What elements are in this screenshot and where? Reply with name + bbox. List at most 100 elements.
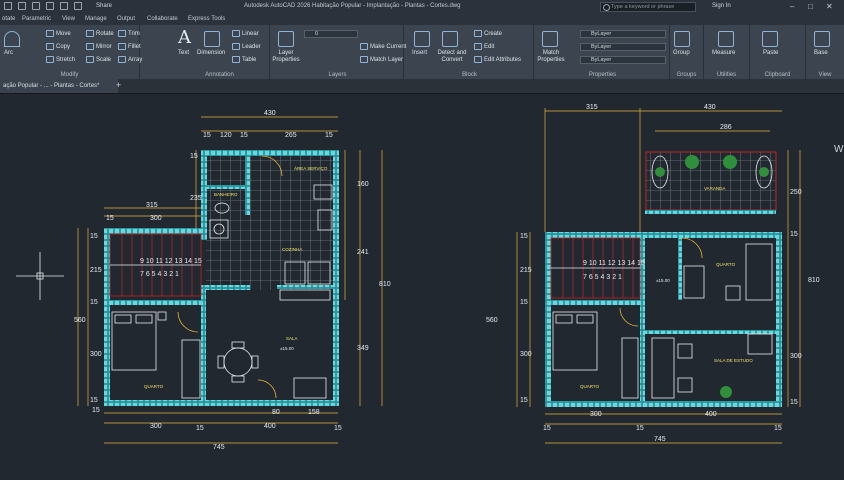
fillet-button[interactable]: Fillet bbox=[118, 43, 141, 50]
match-properties-icon[interactable] bbox=[542, 31, 558, 47]
paste-icon[interactable] bbox=[762, 31, 778, 47]
table-button[interactable]: Table bbox=[232, 56, 256, 63]
edit-block-button[interactable]: Edit bbox=[474, 43, 494, 50]
trim-label: Trim bbox=[128, 30, 140, 37]
mirror-button[interactable]: Mirror bbox=[86, 43, 112, 50]
layer-dropdown[interactable]: 0 bbox=[304, 30, 358, 38]
clipboard-group-label[interactable]: Clipboard bbox=[750, 72, 805, 78]
undo-icon[interactable] bbox=[60, 2, 68, 10]
modify-group: Arc Move Rotate Trim Copy Mirror Fillet … bbox=[0, 25, 142, 79]
sofa bbox=[293, 377, 327, 399]
move-icon bbox=[46, 30, 54, 37]
groups-group: Group Groups bbox=[670, 25, 704, 79]
close-button[interactable]: ✕ bbox=[826, 2, 833, 11]
dim2-left-215: 215 bbox=[520, 267, 532, 274]
lineweight-dropdown[interactable]: ByLayer bbox=[580, 43, 666, 51]
array-label: Array bbox=[128, 56, 143, 63]
modify-group-label[interactable]: Modify bbox=[0, 72, 139, 78]
save-icon[interactable] bbox=[32, 2, 40, 10]
match-layer-button[interactable]: Match Layer bbox=[360, 56, 403, 63]
search-input[interactable]: Type a keyword or phrase bbox=[600, 2, 696, 12]
room-quarto-upper-left: QUARTO bbox=[580, 384, 600, 389]
document-tabs: ação Popular - ... - Plantas - Cortes* + bbox=[0, 79, 844, 94]
trim-button[interactable]: Trim bbox=[118, 30, 140, 37]
block-group-label[interactable]: Block bbox=[406, 72, 533, 78]
tab-parametric[interactable]: Parametric bbox=[22, 16, 51, 22]
layer-properties-icon[interactable] bbox=[278, 31, 294, 47]
tab-express-tools[interactable]: Express Tools bbox=[188, 16, 225, 22]
linetype-dropdown[interactable]: ByLayer bbox=[580, 56, 666, 64]
drawing-canvas[interactable]: 9 10 11 12 13 14 15 7 6 5 4 3 2 1 ÁREA S… bbox=[0, 93, 844, 480]
tab-view[interactable]: View bbox=[62, 16, 75, 22]
viewcube-compass[interactable]: W bbox=[834, 144, 844, 155]
rotate-button[interactable]: Rotate bbox=[86, 30, 114, 37]
stairs-top-numbers: 9 10 11 12 13 14 15 bbox=[140, 258, 202, 265]
leader-label: Leader bbox=[242, 43, 261, 50]
table-icon bbox=[232, 56, 240, 63]
measure-icon[interactable] bbox=[718, 31, 734, 47]
tab-rotate[interactable]: otate bbox=[2, 16, 15, 22]
utilities-group-label[interactable]: Utilities bbox=[704, 72, 749, 78]
tab-collaborate[interactable]: Collaborate bbox=[147, 16, 178, 22]
dimension-icon[interactable] bbox=[204, 31, 220, 47]
annotation-group-label[interactable]: Annotation bbox=[170, 72, 269, 78]
title-bar: Share Autodesk AutoCAD 2026 Habitação Po… bbox=[0, 0, 844, 14]
new-file-icon[interactable] bbox=[4, 2, 12, 10]
array-button[interactable]: Array bbox=[118, 56, 142, 63]
minimize-button[interactable]: – bbox=[790, 2, 794, 11]
dim-top-15b: 15 bbox=[240, 132, 248, 139]
group-icon[interactable] bbox=[674, 31, 690, 47]
scale-icon bbox=[86, 56, 94, 63]
room-area-servico: ÁREA SERVIÇO bbox=[294, 165, 328, 171]
make-current-button[interactable]: Make Current bbox=[360, 43, 406, 50]
open-icon[interactable] bbox=[18, 2, 26, 10]
create-block-button[interactable]: Create bbox=[474, 30, 502, 37]
text-icon[interactable]: A bbox=[178, 27, 191, 48]
scale-button[interactable]: Scale bbox=[86, 56, 111, 63]
edit-attributes-button[interactable]: Edit Attributes bbox=[474, 56, 521, 63]
room-quarto: QUARTO bbox=[144, 384, 164, 389]
walls-upper bbox=[545, 210, 782, 407]
dim2-left-15b: 15 bbox=[520, 299, 528, 306]
scale-label: Scale bbox=[96, 56, 112, 63]
color-dropdown[interactable]: ByLayer bbox=[580, 30, 666, 38]
insert-icon[interactable] bbox=[414, 31, 430, 47]
detect-convert-icon[interactable] bbox=[442, 31, 458, 47]
table-label: Table bbox=[242, 56, 257, 63]
view-group-label[interactable]: View bbox=[806, 72, 844, 78]
document-tab[interactable]: ação Popular - ... - Plantas - Cortes* bbox=[0, 79, 118, 93]
create-block-icon bbox=[474, 30, 482, 37]
leader-icon bbox=[232, 43, 240, 50]
dim2-bottom-400: 400 bbox=[705, 411, 717, 418]
tab-manage[interactable]: Manage bbox=[85, 16, 107, 22]
dim-bottom-300: 300 bbox=[150, 423, 162, 430]
base-icon[interactable] bbox=[814, 31, 830, 47]
block-group: Insert Detect and Convert Create Edit Ed… bbox=[406, 25, 534, 79]
properties-group: Match Properties ByLayer ByLayer ByLayer… bbox=[536, 25, 670, 79]
move-button[interactable]: Move bbox=[46, 30, 71, 37]
print-icon[interactable] bbox=[46, 2, 54, 10]
leader-button[interactable]: Leader bbox=[232, 43, 261, 50]
tab-output[interactable]: Output bbox=[117, 16, 135, 22]
redo-icon[interactable] bbox=[74, 2, 82, 10]
sign-in-button[interactable]: Sign In bbox=[712, 3, 731, 9]
properties-group-label[interactable]: Properties bbox=[536, 72, 669, 78]
arc-icon[interactable] bbox=[4, 31, 20, 47]
current-layer-value: 0 bbox=[315, 31, 319, 37]
groups-group-label[interactable]: Groups bbox=[670, 72, 703, 78]
maximize-button[interactable]: □ bbox=[808, 2, 813, 11]
stretch-button[interactable]: Stretch bbox=[46, 56, 75, 63]
share-button[interactable]: Share bbox=[96, 3, 112, 9]
stairs-upper-bottom-numbers: 7 6 5 4 3 2 1 bbox=[583, 274, 622, 281]
copy-button[interactable]: Copy bbox=[46, 43, 70, 50]
new-tab-button[interactable]: + bbox=[116, 80, 121, 90]
plant-1 bbox=[685, 155, 699, 169]
layers-group-label[interactable]: Layers bbox=[272, 72, 403, 78]
dim2-right-15b: 15 bbox=[790, 399, 798, 406]
move-label: Move bbox=[56, 30, 71, 37]
dim2-top-315: 315 bbox=[586, 104, 598, 111]
crosshair-cursor bbox=[16, 252, 64, 300]
dim-top-265: 265 bbox=[285, 132, 297, 139]
match-properties-label: Match Properties bbox=[537, 50, 565, 63]
linear-button[interactable]: Linear bbox=[232, 30, 259, 37]
